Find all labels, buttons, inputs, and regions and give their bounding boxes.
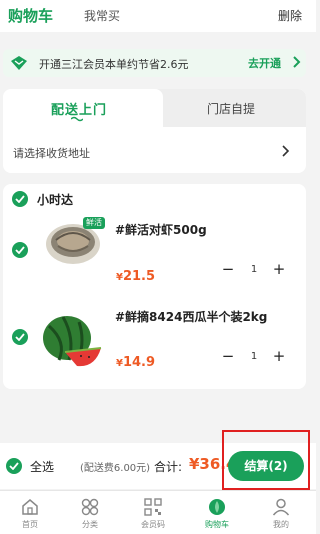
decrease-button[interactable]: −	[219, 260, 237, 280]
member-activate-link[interactable]: 去开通	[248, 55, 281, 71]
nav-label: 分类	[82, 520, 98, 529]
nav-home[interactable]: 首页	[0, 491, 60, 534]
check-icon	[15, 195, 25, 203]
select-all-label[interactable]: 全选	[30, 458, 54, 475]
check-icon	[15, 246, 25, 254]
member-banner-text: 开通三江会员本单约节省2.6元	[39, 58, 189, 71]
nav-label: 会员码	[141, 520, 165, 529]
item-price: ¥14.9	[116, 355, 156, 370]
member-banner[interactable]: 开通三江会员本单约节省2.6元 去开通	[3, 49, 306, 77]
quantity-value[interactable]: 1	[241, 260, 267, 280]
item-select-checkbox[interactable]	[12, 329, 28, 345]
tab-frequent[interactable]: 我常买	[84, 7, 120, 24]
highlight-box	[222, 430, 310, 490]
tab-cart[interactable]: 购物车	[8, 5, 53, 26]
delivery-card: 门店自提 配送上门 请选择收货地址	[3, 89, 306, 173]
store-select-checkbox[interactable]	[12, 191, 28, 207]
item-price: ¥21.5	[116, 269, 156, 284]
delete-button[interactable]: 删除	[278, 7, 302, 24]
nav-label: 我的	[273, 520, 289, 529]
quantity-stepper: − 1 +	[219, 260, 289, 280]
home-icon	[22, 499, 38, 515]
delivery-fee: (配送费6.00元)	[80, 463, 151, 474]
profile-icon	[272, 498, 290, 516]
tab-pickup-label[interactable]: 门店自提	[207, 100, 255, 117]
watermelon-product-image[interactable]	[39, 312, 105, 368]
active-tab-indicator	[71, 116, 83, 122]
quantity-stepper: − 1 +	[219, 347, 289, 367]
bottom-nav: 首页 分类 会员码 购物车 我的	[0, 490, 316, 534]
chevron-right-icon	[293, 56, 301, 68]
member-code-icon	[144, 498, 162, 516]
total-label: 合计:	[154, 460, 183, 474]
item-title[interactable]: #鲜摘8424西瓜半个装2kg	[115, 308, 267, 325]
item-select-checkbox[interactable]	[12, 242, 28, 258]
top-bar: 购物车 我常买 删除	[0, 0, 316, 32]
nav-cart[interactable]: 购物车	[187, 491, 247, 534]
check-icon	[15, 333, 25, 341]
fresh-badge: 鲜活	[83, 217, 105, 229]
decrease-button[interactable]: −	[219, 347, 237, 367]
quantity-value[interactable]: 1	[241, 347, 267, 367]
address-selector[interactable]: 请选择收货地址	[13, 145, 90, 161]
nav-profile[interactable]: 我的	[251, 491, 311, 534]
increase-button[interactable]: +	[270, 347, 288, 367]
nav-label: 购物车	[205, 520, 229, 529]
nav-label: 首页	[22, 520, 38, 529]
select-all-checkbox[interactable]	[6, 458, 22, 474]
crown-icon	[11, 56, 27, 70]
category-icon	[81, 498, 99, 516]
nav-member-code[interactable]: 会员码	[123, 491, 183, 534]
increase-button[interactable]: +	[270, 260, 288, 280]
chevron-right-icon	[282, 145, 290, 157]
cart-items-card: 小时达 鲜活 #鲜活对虾500g ¥21.5 − 1 + #鲜摘8424西瓜半个…	[3, 184, 306, 389]
cart-icon	[209, 499, 225, 515]
check-icon	[9, 462, 19, 470]
item-title[interactable]: #鲜活对虾500g	[115, 221, 207, 238]
store-name: 小时达	[37, 193, 74, 207]
nav-category[interactable]: 分类	[60, 491, 120, 534]
